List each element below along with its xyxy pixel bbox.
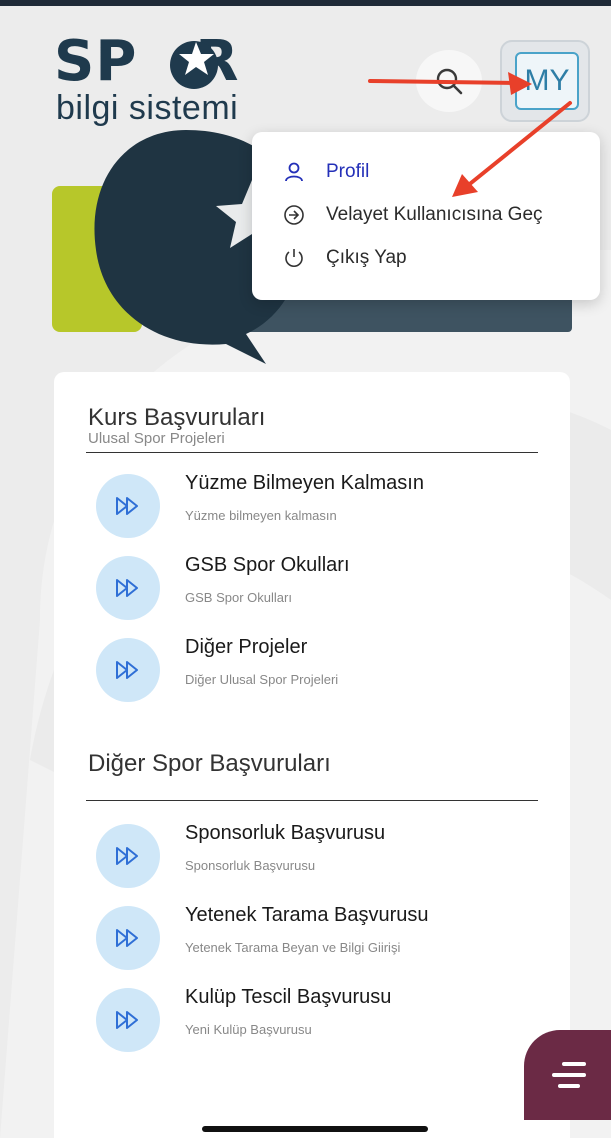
list-item-title: Yetenek Tarama Başvurusu <box>185 904 429 926</box>
menu-item-label: Profil <box>326 161 370 182</box>
list-item-subtitle: Diğer Ulusal Spor Projeleri <box>185 672 339 687</box>
list-item-title: GSB Spor Okulları <box>185 554 350 576</box>
fast-forward-icon <box>96 556 160 620</box>
user-icon <box>282 160 306 184</box>
list-item-other-projects[interactable]: Diğer Projeler Diğer Ulusal Spor Projele… <box>96 636 546 702</box>
applications-card: Kurs Başvuruları Ulusal Spor Projeleri Y… <box>54 372 570 1138</box>
search-icon <box>436 68 463 95</box>
section-title-course-applications: Kurs Başvuruları <box>88 404 266 431</box>
menu-item-profile[interactable]: Profil <box>282 157 369 187</box>
list-item-subtitle: GSB Spor Okulları <box>185 590 292 605</box>
home-indicator <box>202 1126 428 1132</box>
list-item-sponsorship[interactable]: Sponsorluk Başvurusu Sponsorluk Başvurus… <box>96 822 546 888</box>
logo-brand-start: SP <box>54 29 138 94</box>
section-divider <box>86 452 538 453</box>
menu-lines-icon <box>551 1062 586 1088</box>
logo-subtitle: bilgi sistemi <box>56 89 239 127</box>
fast-forward-icon <box>96 988 160 1052</box>
search-button[interactable] <box>416 50 482 112</box>
list-item-swimming[interactable]: Yüzme Bilmeyen Kalmasın Yüzme bilmeyen k… <box>96 472 546 538</box>
list-item-title: Diğer Projeler <box>185 636 308 658</box>
avatar-button[interactable]: MY <box>500 40 590 122</box>
menu-item-switch-guardian[interactable]: Velayet Kullanıcısına Geç <box>282 200 543 230</box>
menu-item-logout[interactable]: Çıkış Yap <box>282 243 407 273</box>
floating-menu-button[interactable] <box>524 1030 611 1120</box>
section-subtitle: Ulusal Spor Projeleri <box>88 430 225 447</box>
list-item-subtitle: Yetenek Tarama Beyan ve Bilgi Giirişi <box>185 940 401 955</box>
list-item-club-registration[interactable]: Kulüp Tescil Başvurusu Yeni Kulüp Başvur… <box>96 986 546 1052</box>
list-item-subtitle: Sponsorluk Başvurusu <box>185 858 316 873</box>
app-logo: SPR bilgi sistemi <box>54 34 274 127</box>
logo-ball-star-icon <box>170 41 218 89</box>
fast-forward-icon <box>96 474 160 538</box>
avatar[interactable]: MY <box>515 52 579 110</box>
fast-forward-icon <box>96 638 160 702</box>
list-item-title: Yüzme Bilmeyen Kalmasın <box>185 472 424 494</box>
user-dropdown-menu: Profil Velayet Kullanıcısına Geç Çıkış Y… <box>252 132 600 300</box>
list-item-title: Kulüp Tescil Başvurusu <box>185 986 392 1008</box>
list-item-gsb-sports-schools[interactable]: GSB Spor Okulları GSB Spor Okulları <box>96 554 546 620</box>
arrow-circle-right-icon <box>282 203 306 227</box>
fast-forward-icon <box>96 906 160 970</box>
list-item-subtitle: Yüzme bilmeyen kalmasın <box>185 508 337 523</box>
fast-forward-icon <box>96 824 160 888</box>
list-item-title: Sponsorluk Başvurusu <box>185 822 386 844</box>
section-title-other-applications: Diğer Spor Başvuruları <box>88 750 331 777</box>
power-icon <box>282 246 306 270</box>
list-item-subtitle: Yeni Kulüp Başvurusu <box>185 1022 312 1037</box>
menu-item-label: Velayet Kullanıcısına Geç <box>326 204 543 225</box>
menu-item-label: Çıkış Yap <box>326 247 407 268</box>
list-item-talent-scan[interactable]: Yetenek Tarama Başvurusu Yetenek Tarama … <box>96 904 546 970</box>
section-divider <box>86 800 538 801</box>
